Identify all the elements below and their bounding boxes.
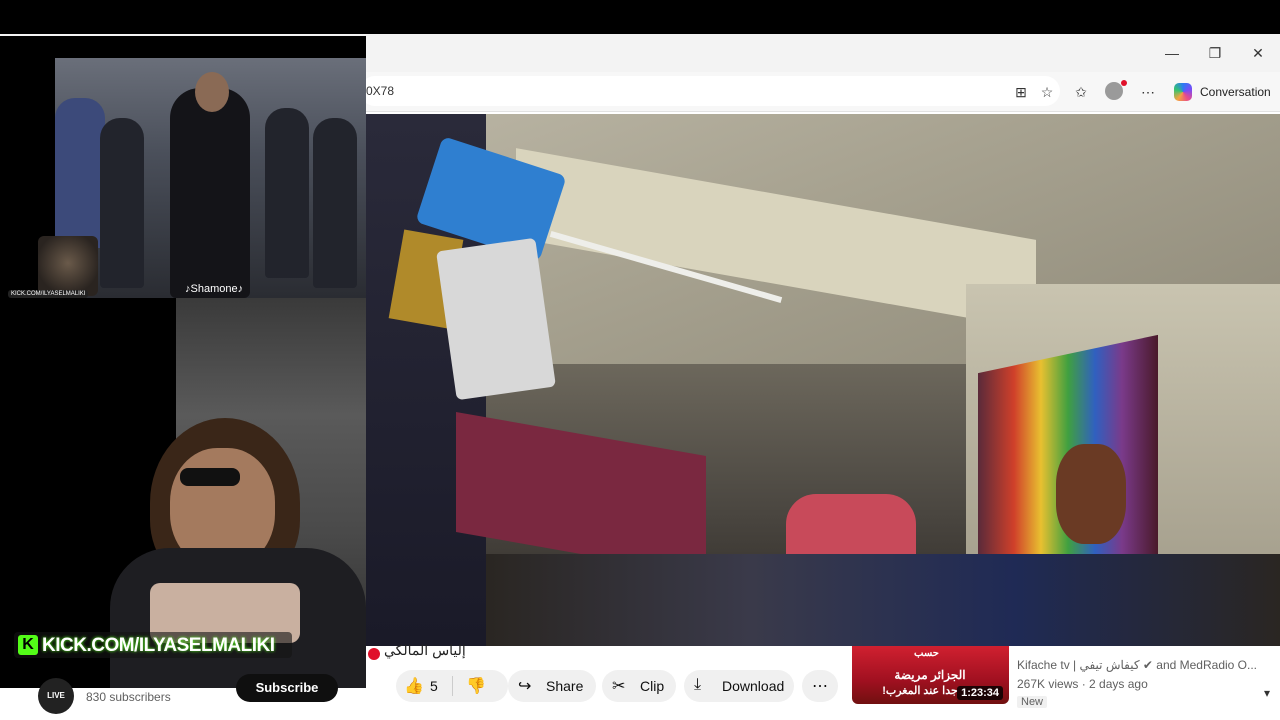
clip-button[interactable]: ✂ Clip — [602, 670, 676, 702]
hanging-cloth-white — [436, 237, 556, 401]
window-edge — [416, 714, 616, 720]
dancer — [55, 98, 105, 248]
more-actions-button[interactable]: ⋯ — [802, 670, 838, 702]
channel-avatar[interactable]: LIVE — [38, 678, 74, 714]
subscriber-count: 830 subscribers — [86, 690, 171, 704]
clip-label: Clip — [640, 678, 665, 694]
profile-icon[interactable] — [1105, 80, 1127, 102]
favorite-star-icon[interactable]: ☆ — [1037, 82, 1057, 102]
bed — [456, 411, 706, 577]
download-label: Download — [722, 678, 785, 694]
kick-banner: K KICK.COM/ILYASELMALIKI — [14, 632, 292, 658]
split-screen-icon[interactable]: ⊞ — [1011, 82, 1031, 102]
kick-logo-icon: K — [18, 635, 38, 655]
like-button[interactable]: 👍 — [404, 676, 424, 696]
address-bar[interactable]: 0X78 — [360, 76, 1060, 106]
video-title: إلياس المالكي — [384, 642, 466, 658]
lead-dancer-head — [195, 72, 229, 112]
dislike-button[interactable]: 👎 — [466, 676, 486, 696]
share-button[interactable]: ↪ Share — [508, 670, 596, 702]
divider — [452, 676, 453, 696]
kick-url: KICK.COM/ILYASELMALIKI — [42, 635, 275, 656]
download-button[interactable]: ⤓ Download — [684, 670, 794, 702]
clip-caption: ♪Shamone♪ — [185, 283, 244, 295]
small-watermark: KICK.COM/ILYASELMALIKI — [8, 290, 89, 298]
video-details: إلياس المالكي 👍 5 👎 ↪ Share ✂ Clip ⤓ Dow… — [366, 642, 1280, 720]
stream-overlay: ♪Shamone♪ KICK.COM/ILYASELMALIKI K KICK.… — [0, 36, 366, 688]
maximize-button[interactable]: ❐ — [1205, 43, 1225, 63]
more-icon[interactable]: ⋯ — [1138, 82, 1158, 102]
like-count: 5 — [430, 678, 438, 694]
like-dislike-group: 👍 5 👎 — [396, 670, 508, 702]
music-video-clip: ♪Shamone♪ — [55, 58, 366, 298]
small-webcam — [38, 236, 98, 296]
close-button[interactable]: ✕ — [1248, 43, 1268, 63]
share-icon: ↪ — [518, 678, 532, 695]
floor-clutter — [486, 554, 1280, 646]
copilot-icon — [1174, 83, 1192, 101]
minimize-button[interactable]: — — [1162, 43, 1182, 63]
subscribe-button[interactable]: Subscribe — [236, 674, 338, 702]
scissors-icon: ✂ — [612, 678, 626, 695]
live-indicator-icon — [368, 648, 380, 660]
new-badge: New — [1017, 696, 1048, 708]
lead-dancer — [170, 88, 250, 298]
dancer — [313, 118, 357, 288]
share-label: Share — [546, 678, 584, 694]
recommended-channel[interactable]: Kifache tv | كيفاش تيفي ✔ and MedRadio O… — [1017, 658, 1257, 672]
recommended-meta: 267K views · 2 days ago — [1017, 677, 1148, 691]
poster-face — [1056, 444, 1126, 544]
channel-strip: LIVE 830 subscribers Subscribe — [0, 674, 366, 720]
sunglasses — [180, 468, 240, 486]
conversation-label: Conversation — [1200, 85, 1271, 99]
thumb-tag: حسب — [914, 648, 939, 659]
screen: — ❐ ✕ 0X78 ⊞ ☆ ✩ ⋯ Conversation ♪Shamone… — [0, 0, 1280, 720]
thumb-line-1: الجزائر مريضة — [894, 668, 966, 682]
recommendation-menu-icon[interactable]: ▾ — [1264, 686, 1270, 700]
streamer-cam: K KICK.COM/ILYASELMALIKI — [0, 298, 366, 688]
favorites-list-icon[interactable]: ✩ — [1071, 82, 1091, 102]
address-text: 0X78 — [366, 84, 395, 98]
recommended-thumbnail[interactable]: حسب الجزائر مريضة جدا عند المغرب! 1:23:3… — [852, 646, 1009, 704]
conversation-button[interactable]: Conversation — [1168, 78, 1272, 106]
video-duration: 1:23:34 — [957, 686, 1003, 700]
more-horizontal-icon: ⋯ — [812, 678, 828, 695]
video-player[interactable] — [366, 114, 1280, 646]
dancer — [100, 118, 144, 288]
download-icon: ⤓ — [694, 676, 702, 693]
dancer — [265, 108, 309, 278]
